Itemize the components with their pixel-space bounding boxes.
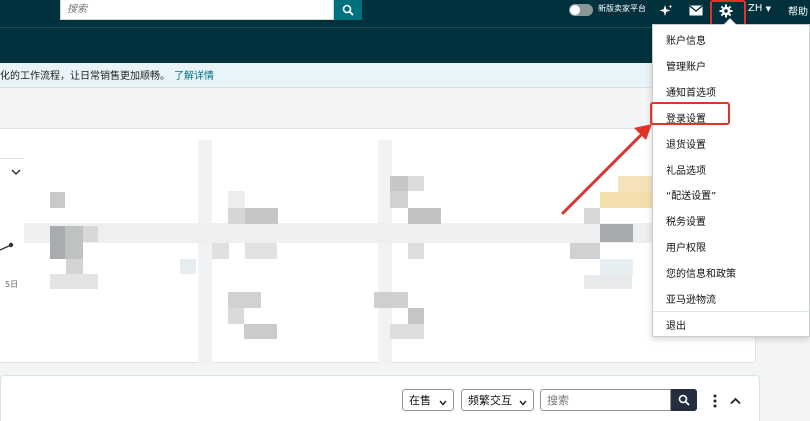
banner-message: 化的工作流程，让日常销售更加顺畅。 xyxy=(0,71,170,82)
menu-item-manage-accounts[interactable]: 管理账户 xyxy=(666,58,706,73)
global-search-field[interactable] xyxy=(60,0,334,20)
menu-divider xyxy=(653,311,809,312)
login-settings-highlight-box xyxy=(650,102,730,125)
settings-dropdown-menu: 账户信息 管理账户 通知首选项 登录设置 退货设置 礼品选项 “配送设置” 税务… xyxy=(652,18,810,337)
search-input[interactable] xyxy=(61,0,333,19)
chevron-up-icon[interactable] xyxy=(728,394,742,408)
toggle-label: 新版卖家平台 xyxy=(598,4,646,13)
status-filter-select[interactable]: 在售 xyxy=(402,389,454,411)
learn-more-link[interactable]: 了解详情 xyxy=(174,71,214,82)
listing-search-field[interactable] xyxy=(540,389,671,411)
search-button[interactable] xyxy=(334,0,362,20)
search-icon xyxy=(678,394,690,406)
new-seller-platform-toggle[interactable] xyxy=(569,4,593,16)
menu-item-notification-prefs[interactable]: 通知首选项 xyxy=(666,84,716,99)
mail-icon[interactable] xyxy=(688,3,704,17)
language-selector[interactable]: ZH ▼ xyxy=(748,3,771,14)
chevron-down-icon xyxy=(439,396,447,409)
menu-item-sign-out[interactable]: 退出 xyxy=(666,317,686,332)
menu-item-shipping-settings[interactable]: “配送设置” xyxy=(666,187,716,202)
menu-item-gift-options[interactable]: 礼品选项 xyxy=(666,162,706,177)
help-link[interactable]: 帮助 xyxy=(788,3,808,18)
more-options-icon[interactable] xyxy=(709,392,721,410)
chevron-down-icon xyxy=(519,396,527,409)
menu-item-info-and-policies[interactable]: 您的信息和政策 xyxy=(666,265,736,280)
blur-column xyxy=(198,140,212,365)
menu-item-user-permissions[interactable]: 用户权限 xyxy=(666,239,706,254)
gear-icon[interactable] xyxy=(718,3,734,19)
caret-down-icon: ▼ xyxy=(765,5,771,13)
menu-item-account-info[interactable]: 账户信息 xyxy=(666,32,706,47)
sparkle-icon[interactable] xyxy=(658,3,674,19)
chevron-down-icon[interactable] xyxy=(11,165,21,179)
top-nav-bar: 新版卖家平台 ZH xyxy=(0,0,810,27)
card-divider xyxy=(0,158,24,159)
listing-search-button[interactable] xyxy=(671,389,697,411)
menu-item-return-settings[interactable]: 退货设置 xyxy=(666,136,706,151)
interaction-filter-select[interactable]: 频繁交互 xyxy=(461,389,534,411)
menu-item-fba[interactable]: 亚马逊物流 xyxy=(666,291,716,306)
sparkline-chart xyxy=(0,242,14,251)
search-icon xyxy=(342,4,354,16)
menu-item-tax-settings[interactable]: 税务设置 xyxy=(666,213,706,228)
day-axis-label: 5日 xyxy=(5,280,19,289)
listing-search-input[interactable] xyxy=(541,390,670,410)
